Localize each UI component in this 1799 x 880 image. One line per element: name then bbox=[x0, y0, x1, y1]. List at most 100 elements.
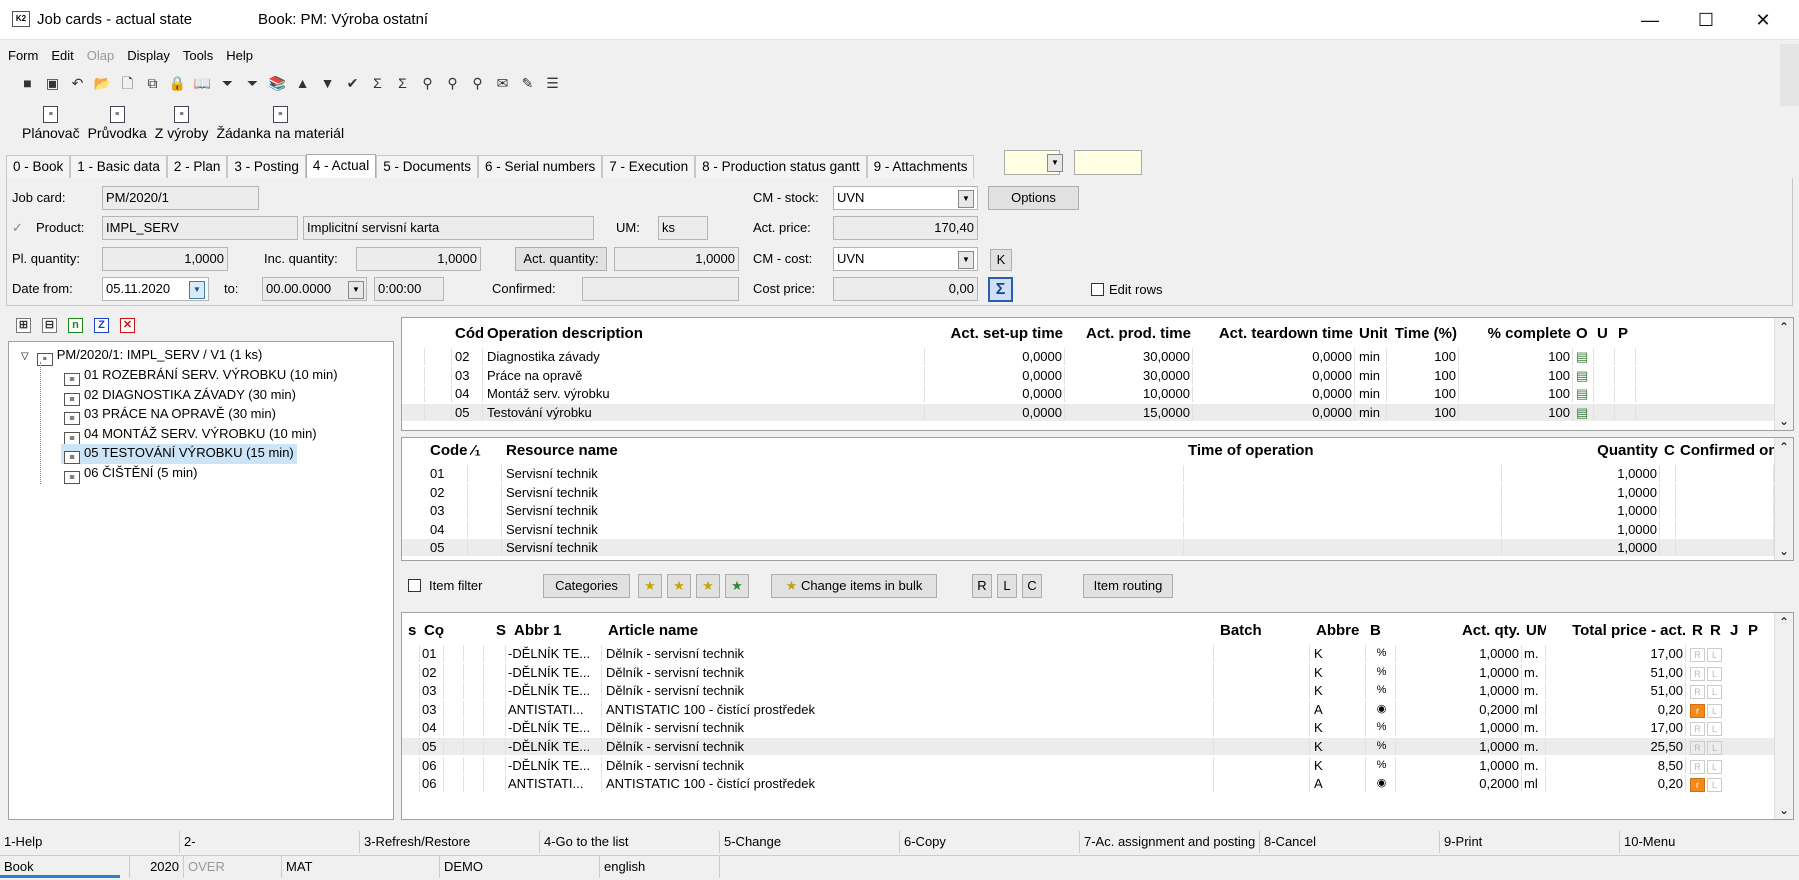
items-row[interactable]: 02 -DĚLNÍK TE... Dělník - servisní technik… bbox=[402, 663, 1774, 681]
find-icon[interactable]: ⚲ bbox=[418, 74, 437, 93]
close-button[interactable]: ✕ bbox=[1740, 0, 1786, 40]
mark-icon[interactable]: ✔ bbox=[343, 74, 362, 93]
inc-quantity-field[interactable]: 1,0000 bbox=[356, 247, 481, 271]
edit-rows-checkbox[interactable] bbox=[1091, 283, 1104, 296]
tool-3-button[interactable]: ≡ Žádanka na materiál bbox=[216, 106, 344, 141]
tree-item[interactable]: ≣ 06 ČIŠTĚNÍ (5 min) bbox=[61, 464, 200, 484]
items-col-header[interactable]: J bbox=[1728, 618, 1742, 644]
tree-item[interactable]: ≣ 02 DIAGNOSTIKA ZÁVADY (30 min) bbox=[61, 386, 299, 406]
fkey-5[interactable]: 5-Change bbox=[720, 831, 900, 853]
tab-1[interactable]: 1 - Basic data bbox=[70, 155, 167, 178]
act-quantity-button[interactable]: Act. quantity: bbox=[515, 247, 607, 271]
res-row[interactable]: 04 Servisní technik 1,0000 bbox=[402, 520, 1774, 538]
ops-col-header[interactable]: Act. teardown time bbox=[1195, 321, 1355, 347]
find-prev-icon[interactable]: ⚲ bbox=[468, 74, 487, 93]
product-name-field[interactable]: Implicitní servisní karta bbox=[303, 216, 594, 240]
cm-stock-dropdown[interactable]: ▼ bbox=[958, 190, 974, 208]
tab-2[interactable]: 2 - Plan bbox=[166, 155, 228, 178]
menu-olap[interactable]: Olap bbox=[87, 44, 114, 68]
tab-4[interactable]: 4 - Actual bbox=[305, 154, 377, 178]
edit-note-icon[interactable]: ✎ bbox=[518, 74, 537, 93]
change-items-bulk-button[interactable]: ★ Change items in bulk bbox=[771, 574, 937, 598]
items-col-header[interactable]: Total price - act. bbox=[1548, 618, 1688, 644]
um-field[interactable]: ks bbox=[658, 216, 708, 240]
r-badge[interactable]: R bbox=[1690, 722, 1705, 737]
job-card-field[interactable]: PM/2020/1 bbox=[102, 186, 259, 210]
tool-1-button[interactable]: ≡ Průvodka bbox=[88, 106, 147, 141]
star-filter-icon[interactable]: ★ bbox=[725, 574, 749, 598]
l-badge[interactable]: L bbox=[1707, 778, 1722, 793]
operations-grid[interactable]: Cód Operation description Act. set-up time… bbox=[401, 317, 1794, 431]
r-badge[interactable]: R bbox=[1690, 741, 1705, 755]
n-icon[interactable]: n bbox=[68, 318, 83, 333]
options-button[interactable]: Options bbox=[988, 186, 1079, 210]
items-col-header[interactable]: s bbox=[406, 618, 418, 644]
pl-quantity-field[interactable]: 1,0000 bbox=[102, 247, 228, 271]
act-price-field[interactable]: 170,40 bbox=[833, 216, 978, 240]
r-button[interactable]: R bbox=[972, 574, 992, 598]
scroll-down-icon[interactable]: ⌄ bbox=[1779, 803, 1789, 817]
filter-icon[interactable]: ⏷ bbox=[218, 74, 237, 93]
tab-9[interactable]: 9 - Attachments bbox=[866, 155, 975, 178]
menu-form[interactable]: Form bbox=[8, 44, 38, 68]
collapse-all-icon[interactable]: ⊟ bbox=[42, 318, 57, 333]
r-badge[interactable]: r bbox=[1690, 778, 1705, 793]
minimize-button[interactable]: — bbox=[1627, 0, 1673, 40]
tree-item[interactable]: ≣ 03 PRÁCE NA OPRAVĚ (30 min) bbox=[61, 405, 279, 426]
open-folder-icon[interactable]: 📂 bbox=[93, 74, 112, 93]
fkey-6[interactable]: 6-Copy bbox=[900, 831, 1080, 853]
tree-item[interactable]: ≣ 01 ROZEBRÁNÍ SERV. VÝROBKU (10 min) bbox=[61, 366, 341, 386]
ops-row[interactable]: 04 Montáž serv. výrobku 0,0000 10,0000 0,000… bbox=[402, 385, 1774, 403]
cm-stock-select[interactable]: UVN bbox=[833, 186, 978, 210]
ops-col-header[interactable]: Act. prod. time bbox=[1067, 321, 1193, 347]
copy-icon[interactable]: ⧉ bbox=[143, 74, 162, 93]
res-col-header[interactable]: Code bbox=[428, 438, 468, 464]
r-badge[interactable]: r bbox=[1690, 703, 1705, 718]
res-row[interactable]: 03 Servisní technik 1,0000 bbox=[402, 502, 1774, 520]
tree-item[interactable]: ≣ 04 MONTÁŽ SERV. VÝROBKU (10 min) bbox=[61, 425, 320, 445]
fkey-3[interactable]: 3-Refresh/Restore bbox=[360, 831, 540, 853]
items-row[interactable]: 03 -DĚLNÍK TE... Dělník - servisní technik… bbox=[402, 682, 1774, 700]
cm-cost-dropdown[interactable]: ▼ bbox=[958, 251, 974, 269]
ops-col-header[interactable]: O bbox=[1574, 321, 1592, 347]
lock-icon[interactable]: 🔒 bbox=[168, 74, 187, 93]
categories-button[interactable]: Categories bbox=[543, 574, 630, 598]
toolbar-scrollbar[interactable] bbox=[1780, 44, 1799, 106]
items-col-header[interactable]: R bbox=[1690, 618, 1704, 644]
items-row[interactable]: 06 ANTISTATI... ANTISTATIC 100 - čistící p… bbox=[402, 775, 1774, 793]
l-button[interactable]: L bbox=[997, 574, 1017, 598]
l-badge[interactable]: L bbox=[1707, 648, 1722, 662]
r-badge[interactable]: R bbox=[1690, 759, 1705, 774]
save-icon[interactable]: ■ bbox=[18, 74, 37, 93]
ops-col-header[interactable]: Operation description bbox=[485, 321, 925, 347]
product-code-field[interactable]: IMPL_SERV bbox=[102, 216, 298, 240]
res-row[interactable]: 05 Servisní technik 1,0000 bbox=[402, 539, 1774, 557]
fkey-2[interactable]: 2- bbox=[180, 831, 360, 853]
menu-help[interactable]: Help bbox=[226, 44, 253, 68]
res-col-header[interactable]: Time of operation bbox=[1186, 438, 1506, 464]
items-col-header[interactable]: UM bbox=[1524, 618, 1546, 644]
res-col-header[interactable]: Confirmed on bbox=[1678, 438, 1788, 464]
menu-lines-icon[interactable]: ☰ bbox=[543, 74, 562, 93]
items-col-header[interactable]: Abbr 1 bbox=[512, 618, 602, 644]
items-col-header[interactable]: Cǫ bbox=[422, 618, 446, 644]
tab-3[interactable]: 3 - Posting bbox=[227, 155, 306, 178]
ops-col-header[interactable]: P bbox=[1616, 321, 1634, 347]
items-row[interactable]: 06 -DĚLNÍK TE... Dělník - servisní technik… bbox=[402, 756, 1774, 774]
tab-5[interactable]: 5 - Documents bbox=[376, 155, 478, 178]
sigma-button[interactable]: Σ bbox=[988, 277, 1013, 302]
items-col-header[interactable]: Act. qty. bbox=[1396, 618, 1522, 644]
ops-scrollbar[interactable]: ⌃ ⌄ bbox=[1774, 318, 1793, 430]
items-row[interactable]: 03 ANTISTATI... ANTISTATIC 100 - čistící p… bbox=[402, 700, 1774, 718]
tab-8[interactable]: 8 - Production status gantt bbox=[695, 155, 867, 178]
star-remove-icon[interactable]: ★ bbox=[696, 574, 720, 598]
items-col-header[interactable]: Batch bbox=[1218, 618, 1298, 644]
tab-6[interactable]: 6 - Serial numbers bbox=[477, 155, 603, 178]
res-col-header[interactable]: C bbox=[1662, 438, 1676, 464]
fkey-9[interactable]: 9-Print bbox=[1440, 831, 1620, 853]
items-row[interactable]: 04 -DĚLNÍK TE... Dělník - servisní technik… bbox=[402, 719, 1774, 737]
operations-tree[interactable]: ▽ ≡ PM/2020/1: IMPL_SERV / V1 (1 ks) ≣ 01 RO… bbox=[8, 341, 394, 820]
r-badge[interactable]: R bbox=[1690, 666, 1705, 681]
l-badge[interactable]: L bbox=[1707, 759, 1722, 774]
sum-clear-icon[interactable]: Σ bbox=[393, 74, 412, 93]
